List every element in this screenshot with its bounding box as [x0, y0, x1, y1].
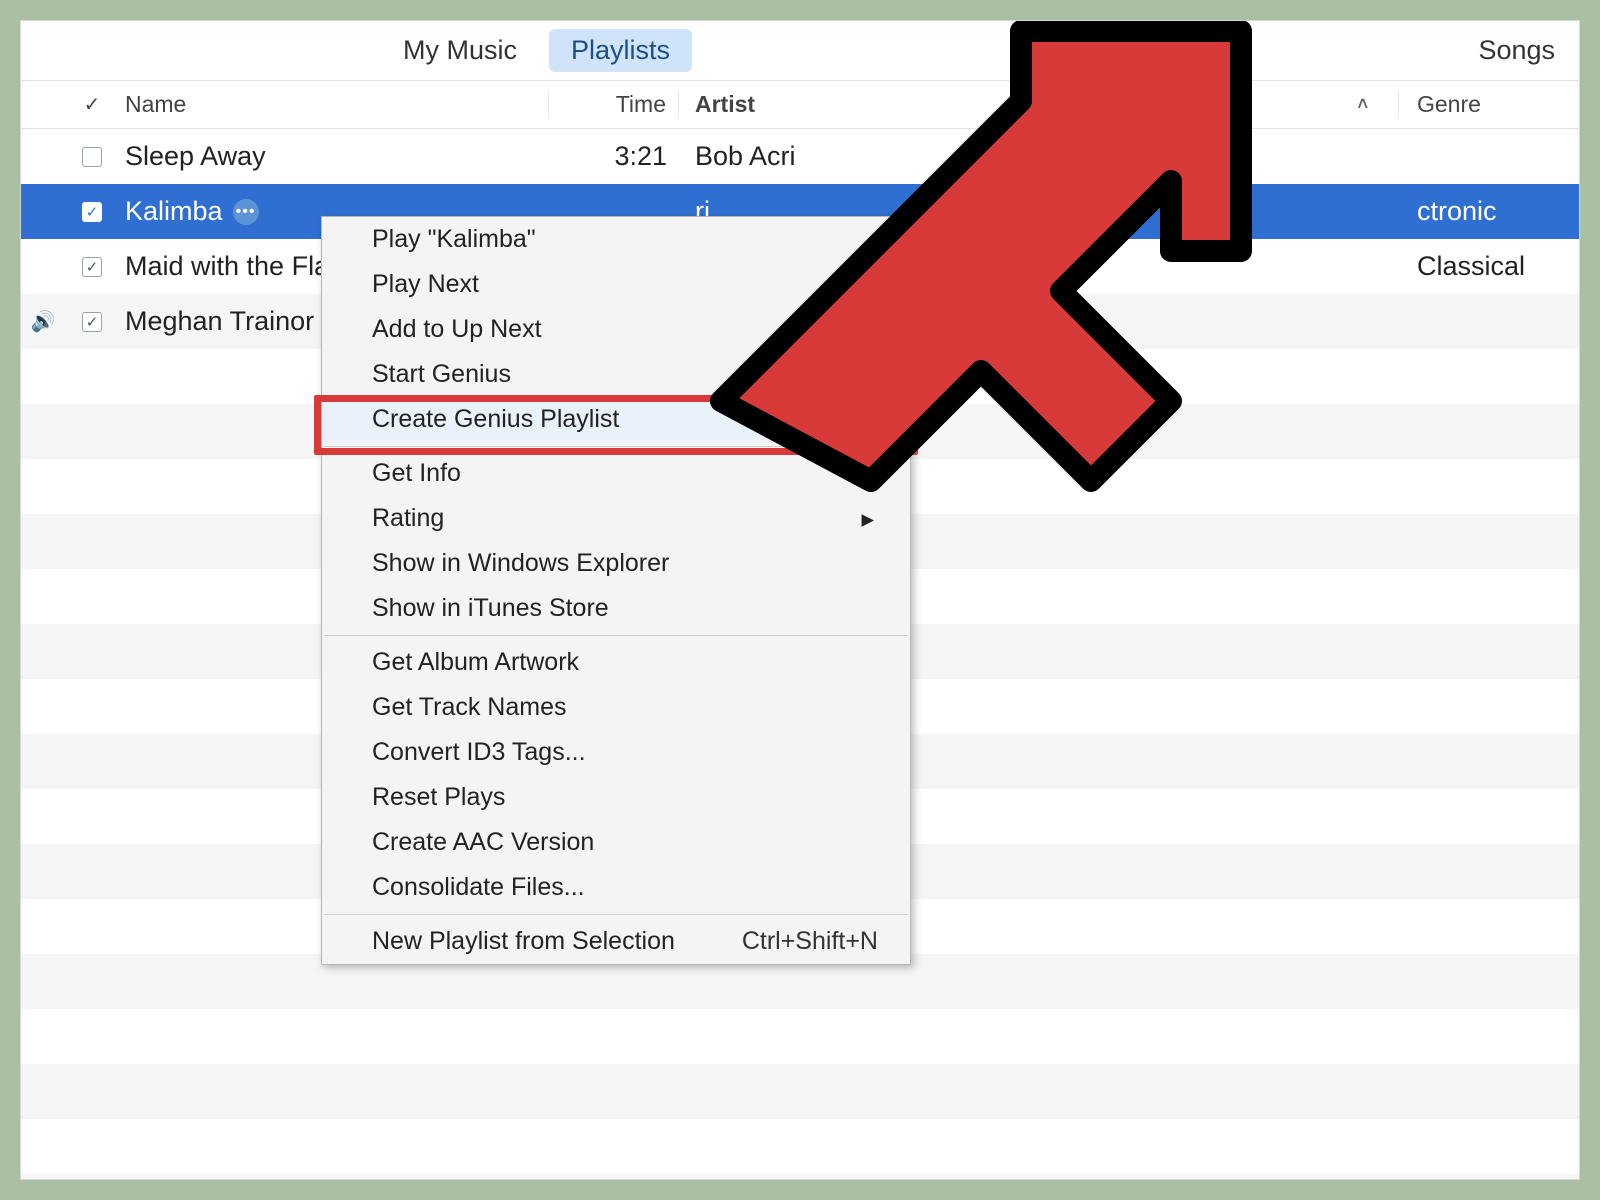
menu-separator — [324, 446, 908, 447]
track-checkbox[interactable] — [82, 147, 102, 167]
view-selector-songs[interactable]: Songs — [1478, 35, 1559, 66]
menu-item-label: Start Genius — [372, 360, 511, 389]
menu-item-label: Get Album Artwork — [372, 648, 579, 677]
menu-item-label: Reset Plays — [372, 783, 505, 812]
menu-item-label: Convert ID3 Tags... — [372, 738, 586, 767]
menu-item[interactable]: Show in iTunes Store — [322, 586, 910, 631]
menu-item-label: Play Next — [372, 270, 479, 299]
menu-item[interactable]: Get Track Names — [322, 685, 910, 730]
track-checkbox[interactable] — [82, 312, 102, 332]
menu-item[interactable]: New Playlist from Selection Ctrl+Shift+N — [322, 919, 910, 964]
menu-item-label: Play "Kalimba" — [372, 225, 536, 254]
menu-item[interactable]: Play "Kalimba" — [322, 217, 910, 262]
track-more-icon[interactable]: ••• — [233, 199, 259, 225]
menu-item[interactable]: Consolidate Files... — [322, 865, 910, 910]
menu-item-label: Get Track Names — [372, 693, 567, 722]
menu-item-label: Get Info — [372, 459, 461, 488]
menu-item[interactable]: Convert ID3 Tags... — [322, 730, 910, 775]
menu-item[interactable]: Play Next — [322, 262, 910, 307]
menu-item[interactable]: Rating ▸ — [322, 496, 910, 541]
track-row[interactable]: Sleep Away 3:21Bob Acri — [21, 129, 1579, 184]
menu-item-label: Create AAC Version — [372, 828, 594, 857]
menu-shortcut: Ctrl+Shift+N — [742, 927, 890, 956]
submenu-caret-icon: ▸ — [861, 504, 890, 534]
menu-separator — [324, 635, 908, 636]
column-artist-label: Artist — [695, 91, 755, 118]
column-check[interactable]: ✓ — [65, 92, 119, 117]
column-artist[interactable]: Artist ˄ — [679, 91, 1399, 118]
sort-caret-icon: ˄ — [1357, 94, 1368, 115]
column-genre[interactable]: Genre — [1399, 91, 1579, 118]
menu-item-label: Consolidate Files... — [372, 873, 585, 902]
track-name: Sleep Away — [125, 141, 266, 172]
menu-item[interactable]: Reset Plays — [322, 775, 910, 820]
track-name: Meghan Trainor — [125, 306, 314, 337]
column-name[interactable]: Name — [119, 91, 549, 118]
track-checkbox[interactable] — [82, 202, 102, 222]
tab-my-music[interactable]: My Music — [381, 29, 539, 72]
menu-item[interactable]: Get Album Artwork — [322, 640, 910, 685]
track-genre: ctronic — [1399, 196, 1579, 227]
top-tabs: My Music Playlists Songs — [21, 21, 1579, 81]
menu-item[interactable]: Create AAC Version — [322, 820, 910, 865]
menu-item-label: Add to Up Next — [372, 315, 542, 344]
menu-item-label: Show in iTunes Store — [372, 594, 609, 623]
column-headers: ✓ Name Time Artist ˄ Genre — [21, 81, 1579, 129]
context-menu: Play "Kalimba" Play Next Add to Up Next Sta… — [321, 216, 911, 965]
track-genre: Classical — [1399, 251, 1579, 282]
tab-playlists[interactable]: Playlists — [549, 29, 692, 72]
menu-item[interactable]: Show in Windows Explorer — [322, 541, 910, 586]
column-time[interactable]: Time — [549, 91, 679, 118]
menu-item-label: Show in Windows Explorer — [372, 549, 669, 578]
track-checkbox[interactable] — [82, 257, 102, 277]
menu-separator — [324, 914, 908, 915]
menu-item[interactable]: Start Genius — [322, 352, 910, 397]
track-artist: Bob Acri — [679, 141, 1399, 172]
track-name: Kalimba — [125, 196, 223, 227]
track-name: Maid with the Fla — [125, 251, 329, 282]
menu-item-label: New Playlist from Selection — [372, 927, 675, 956]
menu-item-label: Rating — [372, 504, 444, 533]
now-playing-speaker-icon: 🔊 — [31, 309, 56, 334]
menu-item[interactable]: Get Info — [322, 451, 910, 496]
menu-item[interactable]: Create Genius Playlist — [322, 397, 910, 442]
itunes-window: My Music Playlists Songs ✓ Name Time Art… — [20, 20, 1580, 1180]
menu-item-label: Create Genius Playlist — [372, 405, 619, 434]
track-time: 3:21 — [549, 141, 679, 172]
check-icon: ✓ — [84, 92, 101, 117]
menu-item[interactable]: Add to Up Next — [322, 307, 910, 352]
